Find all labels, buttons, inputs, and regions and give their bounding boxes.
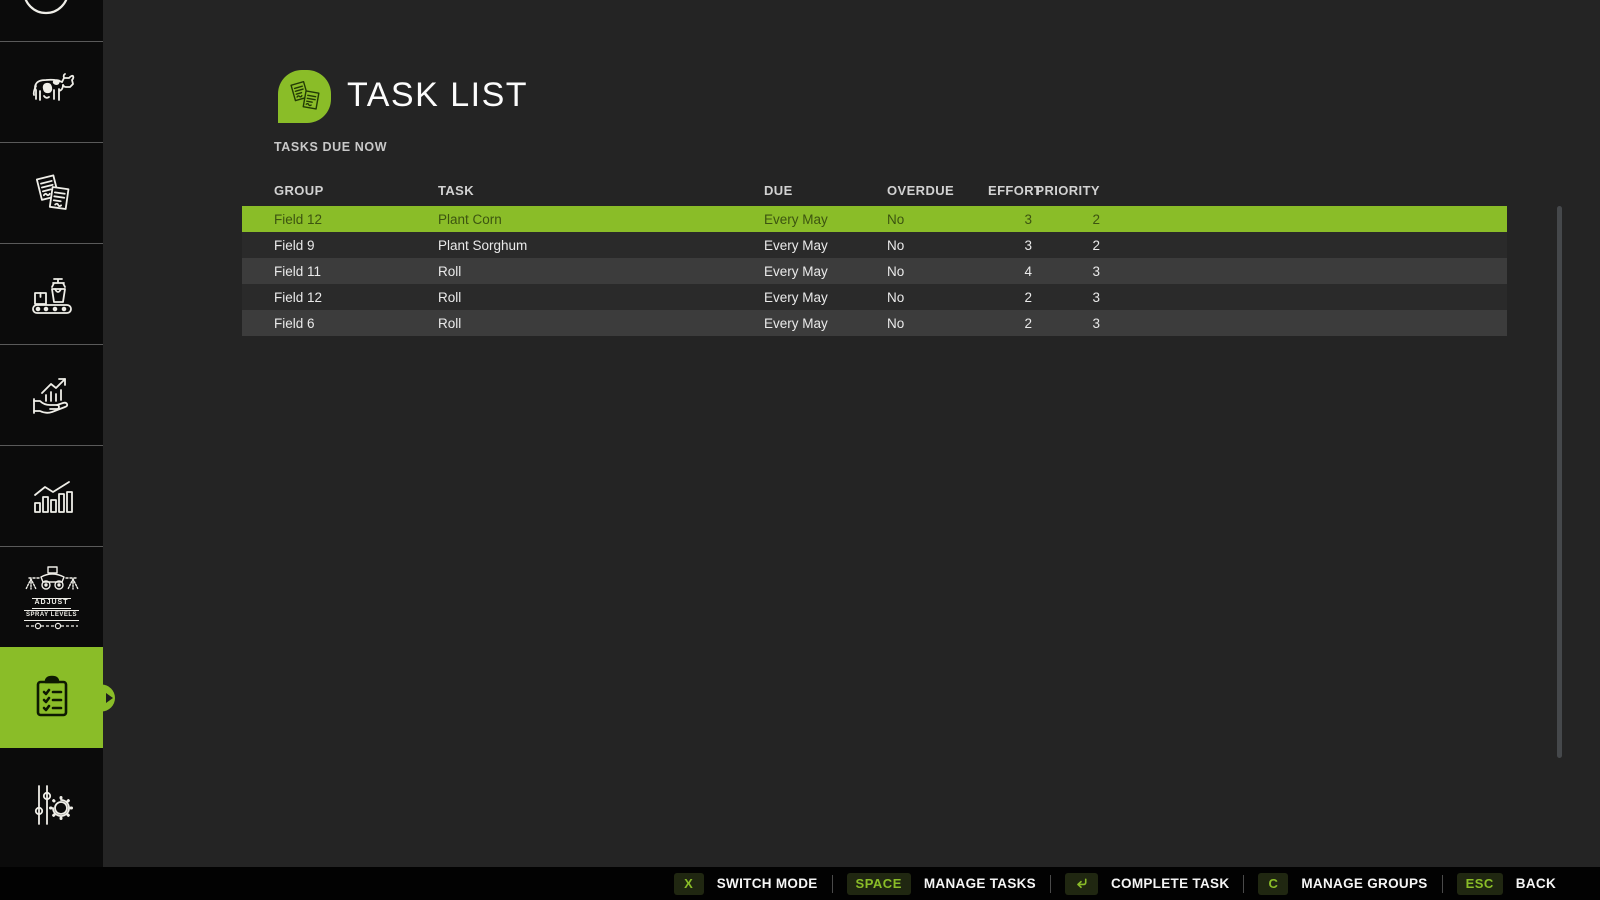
shortcut[interactable]: COMPLETE TASK — [1065, 873, 1229, 895]
task-list-bubble-icon — [278, 70, 331, 123]
shortcut-divider — [832, 875, 833, 893]
header-priority: PRIORITY — [1032, 183, 1100, 198]
sidebar-item-contracts[interactable] — [0, 142, 103, 243]
sidebar: ADJUST SPRAY LEVELS — [0, 0, 103, 867]
sidebar-item-spray-levels[interactable]: ADJUST SPRAY LEVELS — [0, 546, 103, 647]
cell-due: Every May — [764, 264, 887, 279]
cell-task: Plant Corn — [438, 212, 764, 227]
cell-effort: 3 — [988, 212, 1032, 227]
shortcut-divider — [1243, 875, 1244, 893]
page-title: TASK LIST — [347, 76, 528, 115]
spray-label-line1: ADJUST — [32, 598, 70, 609]
sidebar-item-settings[interactable] — [0, 748, 103, 867]
shortcut-divider — [1442, 875, 1443, 893]
selected-item-arrow-icon — [106, 693, 113, 703]
key-chip: C — [1258, 873, 1288, 895]
hand-chart-icon — [24, 367, 80, 423]
cell-due: Every May — [764, 316, 887, 331]
cell-task: Roll — [438, 290, 764, 305]
cell-priority: 3 — [1032, 290, 1100, 305]
task-list-screen: ADJUST SPRAY LEVELS — [0, 0, 1600, 900]
sidebar-item-statistics[interactable] — [0, 445, 103, 546]
shortcut[interactable]: C MANAGE GROUPS — [1258, 873, 1427, 895]
spray-label-line2: SPRAY LEVELS — [24, 610, 79, 621]
cell-overdue: No — [887, 290, 988, 305]
enter-key-chip — [1065, 873, 1098, 895]
documents-icon — [285, 77, 325, 117]
header-effort: EFFORT — [988, 183, 1032, 198]
table-row[interactable]: Field 9 Plant Sorghum Every May No 3 2 — [242, 232, 1507, 258]
documents-icon — [26, 167, 78, 219]
cell-priority: 2 — [1032, 238, 1100, 253]
cell-priority: 2 — [1032, 212, 1100, 227]
table-row[interactable]: Field 12 Roll Every May No 2 3 — [242, 284, 1507, 310]
bottom-shortcut-bar: X SWITCH MODE SPACE MANAGE TASKS COMPLET… — [0, 867, 1600, 900]
cell-overdue: No — [887, 316, 988, 331]
key-chip: SPACE — [847, 873, 911, 895]
cell-due: Every May — [764, 290, 887, 305]
cell-overdue: No — [887, 264, 988, 279]
cell-due: Every May — [764, 212, 887, 227]
scrollbar[interactable] — [1557, 206, 1562, 758]
clipboard-checklist-icon — [25, 671, 79, 725]
cell-task: Plant Sorghum — [438, 238, 764, 253]
cell-effort: 2 — [988, 290, 1032, 305]
shortcut-label: BACK — [1516, 876, 1556, 891]
shortcut-label: COMPLETE TASK — [1111, 876, 1229, 891]
circle-icon — [0, 0, 103, 41]
cell-effort: 2 — [988, 316, 1032, 331]
cell-group: Field 6 — [274, 316, 438, 331]
shortcut[interactable]: ESC BACK — [1457, 873, 1556, 895]
header-due: DUE — [764, 183, 887, 198]
header-overdue: OVERDUE — [887, 183, 988, 198]
key-chip: X — [674, 873, 704, 895]
bar-chart-icon — [25, 469, 79, 523]
shortcut-label: MANAGE GROUPS — [1301, 876, 1427, 891]
cell-group: Field 12 — [274, 212, 438, 227]
cell-overdue: No — [887, 212, 988, 227]
cell-task: Roll — [438, 316, 764, 331]
cell-priority: 3 — [1032, 264, 1100, 279]
cell-group: Field 12 — [274, 290, 438, 305]
sidebar-item-task-list[interactable] — [0, 647, 103, 748]
task-table: GROUP TASK DUE OVERDUE EFFORT PRIORITY F… — [242, 176, 1507, 336]
shortcut-label: SWITCH MODE — [717, 876, 818, 891]
cell-effort: 4 — [988, 264, 1032, 279]
enter-icon — [1074, 876, 1089, 891]
sidebar-item-overview[interactable] — [0, 0, 103, 41]
cell-group: Field 9 — [274, 238, 438, 253]
table-row[interactable]: Field 6 Roll Every May No 2 3 — [242, 310, 1507, 336]
header-group: GROUP — [274, 183, 438, 198]
shortcut[interactable]: X SWITCH MODE — [674, 873, 818, 895]
cell-due: Every May — [764, 238, 887, 253]
cow-icon — [26, 66, 78, 118]
sliders-gear-icon — [25, 778, 79, 832]
section-label: TASKS DUE NOW — [274, 140, 387, 154]
table-row[interactable]: Field 11 Roll Every May No 4 3 — [242, 258, 1507, 284]
shortcut-label: MANAGE TASKS — [924, 876, 1036, 891]
table-header-row: GROUP TASK DUE OVERDUE EFFORT PRIORITY — [242, 176, 1507, 204]
shortcut[interactable]: SPACE MANAGE TASKS — [847, 873, 1036, 895]
header-task: TASK — [438, 183, 764, 198]
sidebar-item-production[interactable] — [0, 243, 103, 344]
sidebar-item-animals[interactable] — [0, 41, 103, 142]
sprayer-icon: ADJUST SPRAY LEVELS — [21, 563, 83, 631]
cell-effort: 3 — [988, 238, 1032, 253]
shortcut-divider — [1050, 875, 1051, 893]
key-chip: ESC — [1457, 873, 1503, 895]
production-line-icon — [25, 267, 79, 321]
cell-overdue: No — [887, 238, 988, 253]
task-table-body: Field 12 Plant Corn Every May No 3 2 Fie… — [242, 206, 1507, 336]
sidebar-item-finances[interactable] — [0, 344, 103, 445]
cell-priority: 3 — [1032, 316, 1100, 331]
cell-group: Field 11 — [274, 264, 438, 279]
table-row[interactable]: Field 12 Plant Corn Every May No 3 2 — [242, 206, 1507, 232]
cell-task: Roll — [438, 264, 764, 279]
